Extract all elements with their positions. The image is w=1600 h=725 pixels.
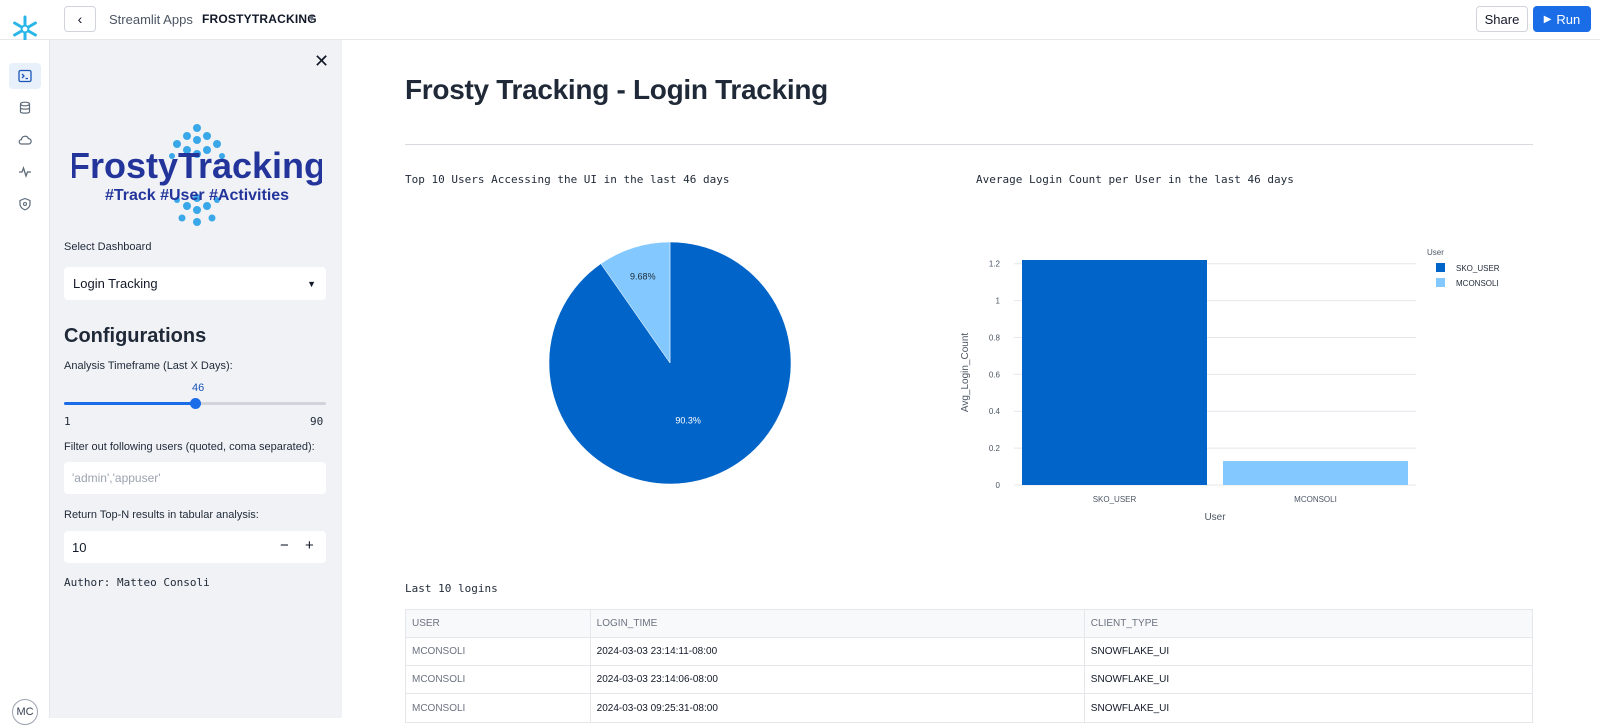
frostytracking-logo: FrostyTracking #Track #User #Activities: [72, 124, 322, 226]
y-tick-label: 1: [996, 297, 1001, 306]
database-icon[interactable]: [9, 95, 41, 121]
pie-slice-label: 9.68%: [630, 271, 656, 281]
back-button[interactable]: ‹: [64, 6, 96, 32]
legend-swatch[interactable]: [1436, 278, 1445, 287]
legend-label[interactable]: MCONSOLI: [1456, 279, 1499, 288]
top-bar: ‹ Streamlit Apps FROSTYTRACKING ▼ Share …: [0, 0, 1600, 43]
column-header-login-time[interactable]: LOGIN_TIME: [591, 610, 1085, 637]
breadcrumb-streamlit-apps[interactable]: Streamlit Apps: [109, 12, 193, 27]
topn-value: 10: [72, 539, 87, 555]
chevron-left-icon: ‹: [77, 11, 83, 27]
bar[interactable]: [1022, 260, 1207, 485]
bar-chart[interactable]: 0 0.2 0.4 0.6 0.8 1 1.2 SKO_USER MCONSOLI User Avg…: [960, 240, 1520, 540]
decrement-button[interactable]: −: [280, 537, 289, 554]
page-title: Frosty Tracking - Login Tracking: [405, 74, 828, 105]
table-header-row: USER LOGIN_TIME CLIENT_TYPE: [406, 610, 1532, 638]
timeframe-slider-thumb[interactable]: [189, 398, 201, 409]
table-row[interactable]: MCONSOLI 2024-03-03 23:14:06-08:00 SNOWF…: [406, 666, 1532, 694]
configurations-heading: Configurations: [64, 325, 207, 347]
cell-user: MCONSOLI: [406, 638, 591, 665]
filter-users-label: Filter out following users (quoted, coma…: [64, 441, 315, 453]
pie-slice-label: 90.3%: [675, 416, 701, 426]
timeframe-slider-min: 1: [64, 415, 71, 428]
pie-chart-caption: Top 10 Users Accessing the UI in the las…: [405, 173, 730, 186]
breadcrumb-app-name[interactable]: FROSTYTRACKING: [202, 12, 317, 26]
cell-login-time: 2024-03-03 23:14:11-08:00: [591, 638, 1085, 665]
cell-login-time: 2024-03-03 23:14:06-08:00: [591, 666, 1085, 693]
timeframe-slider-max: 90: [310, 415, 324, 428]
brand-tagline: #Track #User #Activities: [105, 187, 289, 204]
dashboard-select-value: Login Tracking: [73, 276, 158, 291]
x-tick-label: SKO_USER: [1093, 495, 1137, 504]
shield-icon[interactable]: [9, 191, 41, 217]
filter-users-placeholder: 'admin','appuser': [72, 471, 161, 485]
author-credit: Author: Matteo Consoli: [64, 576, 210, 589]
x-axis-title: User: [1204, 512, 1226, 523]
bar-chart-caption: Average Login Count per User in the last…: [976, 173, 1294, 186]
select-dashboard-label: Select Dashboard: [64, 241, 152, 253]
timeframe-slider-label: Analysis Timeframe (Last X Days):: [64, 360, 233, 372]
column-header-client-type[interactable]: CLIENT_TYPE: [1085, 610, 1532, 637]
table-row[interactable]: MCONSOLI 2024-03-03 23:14:11-08:00 SNOWF…: [406, 638, 1532, 666]
share-button[interactable]: Share: [1476, 6, 1528, 32]
logins-table[interactable]: USER LOGIN_TIME CLIENT_TYPE MCONSOLI 202…: [405, 609, 1533, 723]
brand-title: FrostyTracking: [72, 145, 322, 186]
pie-chart[interactable]: 90.3% 9.68%: [540, 235, 820, 505]
timeframe-slider-value: 46: [192, 382, 205, 394]
user-avatar[interactable]: MC: [12, 699, 38, 725]
topn-label: Return Top-N results in tabular analysis…: [64, 509, 259, 521]
y-tick-label: 0: [996, 481, 1001, 490]
cell-client-type: SNOWFLAKE_UI: [1090, 674, 1170, 685]
run-label: Run: [1556, 11, 1581, 27]
timeframe-slider-fill: [64, 402, 195, 405]
play-icon: ▶: [1543, 13, 1552, 25]
chevron-down-icon: ▼: [307, 279, 316, 289]
y-tick-label: 0.8: [989, 333, 1001, 342]
y-tick-label: 0.4: [989, 407, 1001, 416]
x-tick-label: MCONSOLI: [1294, 495, 1337, 504]
dashboard-select[interactable]: Login Tracking ▼: [64, 267, 326, 300]
chevron-down-icon[interactable]: ▼: [307, 13, 316, 23]
column-header-user[interactable]: USER: [406, 610, 591, 637]
y-tick-label: 0.2: [989, 444, 1001, 453]
cell-client-type: SNOWFLAKE_UI: [1090, 646, 1170, 657]
y-axis-title: Avg_Login_Count: [960, 333, 971, 413]
cloud-icon[interactable]: [9, 127, 41, 153]
y-tick-label: 0.6: [989, 370, 1001, 379]
legend-label[interactable]: SKO_USER: [1456, 264, 1500, 273]
nav-rail: MC: [0, 40, 50, 725]
close-icon[interactable]: ✕: [314, 52, 329, 70]
filter-users-input[interactable]: 'admin','appuser': [64, 462, 326, 494]
snowflake-logo-icon[interactable]: [11, 15, 39, 43]
increment-button[interactable]: +: [305, 537, 314, 554]
cell-user: MCONSOLI: [406, 666, 591, 693]
sidebar: ✕ FrostyTracking #Track #User #Activitie…: [50, 40, 342, 718]
divider: [405, 144, 1533, 145]
legend-swatch[interactable]: [1436, 263, 1445, 272]
code-icon[interactable]: [9, 63, 41, 89]
activity-icon[interactable]: [9, 159, 41, 185]
run-button[interactable]: ▶ Run: [1533, 6, 1591, 32]
y-tick-label: 1.2: [989, 260, 1001, 269]
legend-title: User: [1427, 248, 1444, 257]
bar[interactable]: [1223, 461, 1408, 485]
table-caption: Last 10 logins: [405, 582, 498, 595]
